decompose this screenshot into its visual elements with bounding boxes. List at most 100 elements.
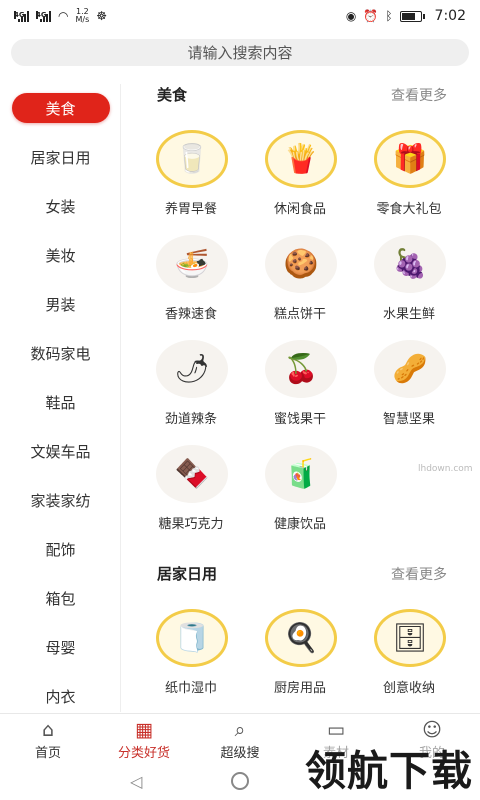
category-tile[interactable]: 🍟 休闲食品 bbox=[248, 130, 352, 230]
back-icon[interactable]: ◁ bbox=[130, 772, 142, 791]
sidebar-item-8[interactable]: 家装家纺 bbox=[0, 484, 121, 516]
category-tile[interactable]: 🧻 纸巾湿巾 bbox=[139, 609, 243, 709]
sidebar-item-12[interactable]: 内衣 bbox=[0, 680, 121, 712]
signal-1-icon: 4G bbox=[14, 10, 29, 22]
sidebar-item-3[interactable]: 美妆 bbox=[0, 239, 121, 271]
alarm-icon: ⏰ bbox=[363, 9, 379, 23]
category-label: 健康饮品 bbox=[273, 517, 326, 532]
category-label: 智慧坚果 bbox=[382, 412, 435, 427]
watermark-logo: 领航下载 bbox=[298, 745, 480, 797]
sidebar-item-label: 配饰 bbox=[45, 540, 76, 559]
sidebar-item-label: 家装家纺 bbox=[30, 491, 91, 510]
eye-icon: ◉ bbox=[345, 9, 357, 23]
sidebar-item-11[interactable]: 母婴 bbox=[0, 631, 121, 663]
sidebar-item-label: 居家日用 bbox=[30, 148, 91, 167]
signal-2-icon: 4G bbox=[36, 10, 51, 22]
home-icon: ⌂ bbox=[41, 719, 55, 741]
category-image: 🍳 bbox=[265, 609, 337, 667]
nav-item-1[interactable]: ▦ 分类好货 bbox=[96, 718, 192, 761]
category-image: 🍪 bbox=[265, 235, 337, 293]
sidebar-item-10[interactable]: 箱包 bbox=[0, 582, 121, 614]
status-right: ◉ ⏰ ᛒ 7:02 bbox=[346, 8, 466, 24]
nav-item-0[interactable]: ⌂ 首页 bbox=[0, 718, 96, 761]
category-tile[interactable]: 🥛 养胃早餐 bbox=[139, 130, 243, 230]
nav-label: 首页 bbox=[34, 746, 61, 761]
section-header: 居家日用 查看更多 bbox=[157, 563, 447, 584]
sidebar-item-label: 箱包 bbox=[45, 589, 76, 608]
category-tile[interactable]: 🍫 糖果巧克力 bbox=[139, 445, 243, 545]
folder-icon: ▭ bbox=[327, 719, 345, 741]
see-more-link[interactable]: 查看更多 bbox=[391, 564, 447, 584]
sidebar-item-7[interactable]: 文娱车品 bbox=[0, 435, 121, 467]
section-title: 居家日用 bbox=[157, 565, 218, 583]
category-label: 水果生鲜 bbox=[382, 307, 435, 322]
category-image: 🍇 bbox=[374, 235, 446, 293]
category-label: 糕点饼干 bbox=[273, 307, 326, 322]
category-image: 🌶 bbox=[156, 340, 228, 398]
sidebar-item-label: 美妆 bbox=[45, 246, 76, 265]
category-icon: ▦ bbox=[135, 719, 153, 741]
sidebar-item-label: 鞋品 bbox=[45, 393, 76, 412]
notification-icon: ☸ bbox=[96, 9, 108, 23]
category-content: 美食 查看更多 🥛 养胃早餐 🍟 休闲食品 🎁 零食大礼包 🍜 香辣速食 🍪 糕点饼干 🍇 水果生鲜 🌶 劲道… bbox=[122, 76, 480, 712]
speed-unit: M/s bbox=[75, 15, 90, 24]
search-input[interactable]: 请输入搜索内容 bbox=[11, 39, 469, 66]
see-more-link[interactable]: 查看更多 bbox=[391, 85, 447, 105]
category-tile[interactable]: 🍳 厨房用品 bbox=[248, 609, 352, 709]
search-placeholder: 请输入搜索内容 bbox=[187, 44, 293, 62]
network-type-1: 4G bbox=[14, 10, 25, 19]
sidebar-item-4[interactable]: 男装 bbox=[0, 288, 121, 320]
category-image: 🎁 bbox=[374, 130, 446, 188]
sidebar-item-label: 男装 bbox=[45, 295, 76, 314]
sidebar-item-label: 文娱车品 bbox=[30, 442, 91, 461]
sidebar-item-0[interactable]: 美食 bbox=[0, 92, 121, 124]
category-image: 🍜 bbox=[156, 235, 228, 293]
category-label: 厨房用品 bbox=[273, 681, 326, 696]
category-tile[interactable]: 🎁 零食大礼包 bbox=[357, 130, 461, 230]
category-tile[interactable]: 🌶 劲道辣条 bbox=[139, 340, 243, 440]
category-label: 劲道辣条 bbox=[164, 412, 217, 427]
category-tile[interactable]: 🍜 香辣速食 bbox=[139, 235, 243, 335]
network-speed: 1.2 M/s bbox=[75, 8, 89, 24]
category-sidebar: 美食居家日用女装美妆男装数码家电鞋品文娱车品家装家纺配饰箱包母婴内衣 bbox=[0, 84, 121, 712]
home-circle-icon[interactable] bbox=[231, 772, 249, 790]
category-image: 🧃 bbox=[265, 445, 337, 503]
category-label: 糖果巧克力 bbox=[158, 517, 224, 532]
nav-item-2[interactable]: ⌕ 超级搜 bbox=[192, 718, 288, 761]
search-icon: ⌕ bbox=[234, 719, 246, 741]
sidebar-item-label: 数码家电 bbox=[30, 344, 91, 363]
sidebar-item-label: 母婴 bbox=[45, 638, 76, 657]
category-label: 创意收纳 bbox=[382, 681, 435, 696]
category-image: 🗄 bbox=[374, 609, 446, 667]
category-label: 养胃早餐 bbox=[164, 202, 217, 217]
sidebar-item-5[interactable]: 数码家电 bbox=[0, 337, 121, 369]
network-type-2: 4G bbox=[36, 10, 47, 19]
category-label: 零食大礼包 bbox=[376, 202, 442, 217]
category-image: 🍟 bbox=[265, 130, 337, 188]
category-tile[interactable]: 🥜 智慧坚果 bbox=[357, 340, 461, 440]
status-bar: 4G 4G ◠ 1.2 M/s ☸ ◉ ⏰ ᛒ 7:02 bbox=[0, 0, 480, 32]
clock: 7:02 bbox=[434, 8, 466, 24]
category-tile[interactable]: 🍪 糕点饼干 bbox=[248, 235, 352, 335]
category-image: 🧻 bbox=[156, 609, 228, 667]
category-image: 🥛 bbox=[156, 130, 228, 188]
bluetooth-icon: ᛒ bbox=[385, 9, 393, 23]
category-label: 蜜饯果干 bbox=[273, 412, 326, 427]
category-label: 纸巾湿巾 bbox=[164, 681, 217, 696]
category-tile[interactable]: 🍇 水果生鲜 bbox=[357, 235, 461, 335]
category-image: 🍒 bbox=[265, 340, 337, 398]
section-title: 美食 bbox=[157, 86, 188, 104]
category-tile[interactable]: 🧃 健康饮品 bbox=[248, 445, 352, 545]
category-label: 休闲食品 bbox=[273, 202, 326, 217]
wifi-icon: ◠ bbox=[58, 9, 69, 23]
sidebar-item-9[interactable]: 配饰 bbox=[0, 533, 121, 565]
category-label: 香辣速食 bbox=[164, 307, 217, 322]
sidebar-item-2[interactable]: 女装 bbox=[0, 190, 121, 222]
sidebar-item-6[interactable]: 鞋品 bbox=[0, 386, 121, 418]
sidebar-item-1[interactable]: 居家日用 bbox=[0, 141, 121, 173]
category-image: 🍫 bbox=[156, 445, 228, 503]
category-tile[interactable]: 🍒 蜜饯果干 bbox=[248, 340, 352, 440]
category-tile[interactable]: 🗄 创意收纳 bbox=[357, 609, 461, 709]
nav-label: 分类好货 bbox=[117, 746, 170, 761]
watermark-site: lhdown.com bbox=[418, 464, 473, 474]
